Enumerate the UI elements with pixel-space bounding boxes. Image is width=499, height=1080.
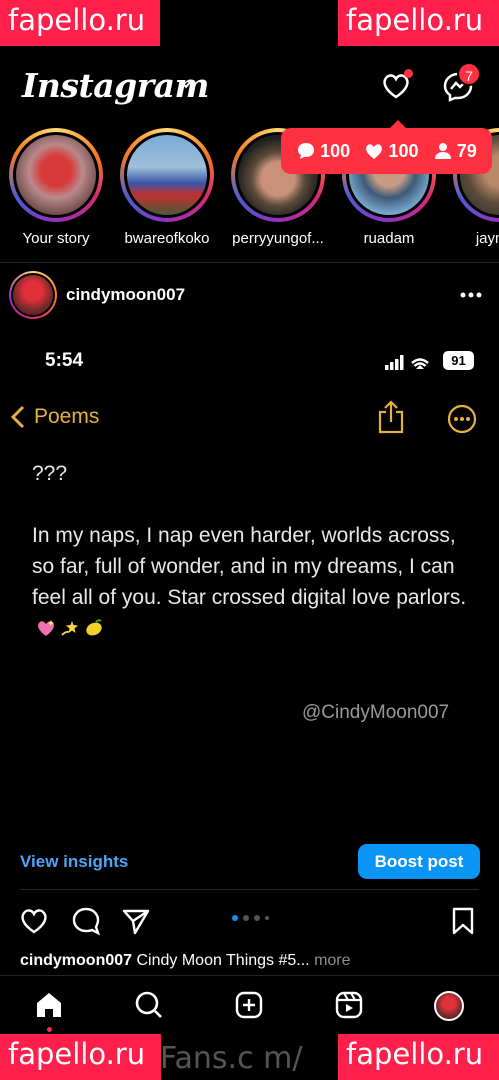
view-insights-link[interactable]: View insights [20, 852, 128, 872]
phone-time: 5:54 [45, 350, 84, 371]
person-icon [434, 143, 451, 159]
post-header: cindymoon007 [0, 268, 499, 324]
app-header: Instagram 7 [0, 60, 499, 114]
story-name: bwareofkoko [124, 230, 210, 247]
story-item[interactable]: bwareofkoko [115, 128, 219, 247]
home-notification-dot [47, 1027, 52, 1032]
watermark-center: Fans.c m/ [160, 1041, 303, 1076]
post-actions [0, 900, 499, 944]
divider [0, 262, 499, 263]
emoji-group [32, 617, 104, 640]
watermark-bottom-right: fapello.ru [338, 1034, 499, 1080]
post-caption[interactable]: cindymoon007 Cindy Moon Things #5... mor… [20, 952, 490, 970]
battery-indicator: 91 [443, 351, 474, 370]
share-send-icon[interactable] [121, 906, 151, 936]
back-to-poems: Poems [10, 404, 99, 430]
bottom-nav [0, 975, 499, 1035]
boost-post-button[interactable]: Boost post [358, 844, 480, 879]
notification-dot [404, 69, 413, 78]
post-image[interactable]: 5:54 91 Poems ??? In my naps, I nap even… [0, 330, 499, 835]
home-icon[interactable] [34, 990, 64, 1020]
ellipsis-circle-icon [447, 404, 477, 434]
story-avatar [127, 135, 207, 215]
share-icon [378, 400, 404, 434]
story-name: Your story [22, 230, 90, 247]
heart-icon [366, 144, 383, 159]
dizzy-star-icon [61, 621, 78, 636]
caption-more-link[interactable]: more [314, 952, 350, 969]
comments-count: 100 [296, 141, 350, 162]
messages-badge: 7 [457, 62, 481, 86]
followers-count: 79 [433, 141, 477, 162]
divider [20, 889, 479, 890]
more-options-icon[interactable] [460, 292, 482, 298]
search-icon[interactable] [134, 990, 164, 1020]
story-avatar [16, 135, 96, 215]
comment-icon[interactable] [71, 906, 101, 936]
watermark-bottom-left: fapello.ru [0, 1034, 161, 1080]
note-text: ??? In my naps, I nap even harder, world… [32, 458, 472, 644]
chevron-down-icon[interactable] [178, 76, 194, 92]
likes-count: 100 [364, 141, 419, 162]
watermark-top-left: fapello.ru [0, 0, 160, 46]
post-username[interactable]: cindymoon007 [66, 285, 185, 305]
post-avatar[interactable] [9, 271, 57, 319]
watermark-handle: @CindyMoon007 [302, 702, 450, 723]
sparkling-heart-icon [38, 620, 54, 636]
bookmark-icon[interactable] [448, 906, 478, 936]
note-heading: ??? [32, 462, 68, 485]
comment-icon [298, 143, 315, 159]
story-name: perryyungof... [232, 230, 324, 247]
note-body: In my naps, I nap even harder, worlds ac… [32, 524, 467, 609]
story-item[interactable]: Your story [4, 128, 108, 247]
reels-icon[interactable] [334, 990, 364, 1020]
activity-popup[interactable]: 100 100 79 [281, 120, 492, 174]
lemon-icon [86, 619, 102, 636]
story-name: ruadam [363, 230, 415, 247]
create-post-icon[interactable] [234, 990, 264, 1020]
caption-text: Cindy Moon Things #5... [136, 952, 310, 969]
like-heart-icon[interactable] [19, 906, 49, 936]
chevron-left-icon [10, 405, 25, 429]
caption-username[interactable]: cindymoon007 [20, 952, 132, 969]
profile-avatar[interactable] [434, 991, 464, 1021]
story-name: jaymon [475, 230, 499, 247]
watermark-top-right: fapello.ru [338, 0, 499, 46]
carousel-indicator [232, 915, 269, 921]
